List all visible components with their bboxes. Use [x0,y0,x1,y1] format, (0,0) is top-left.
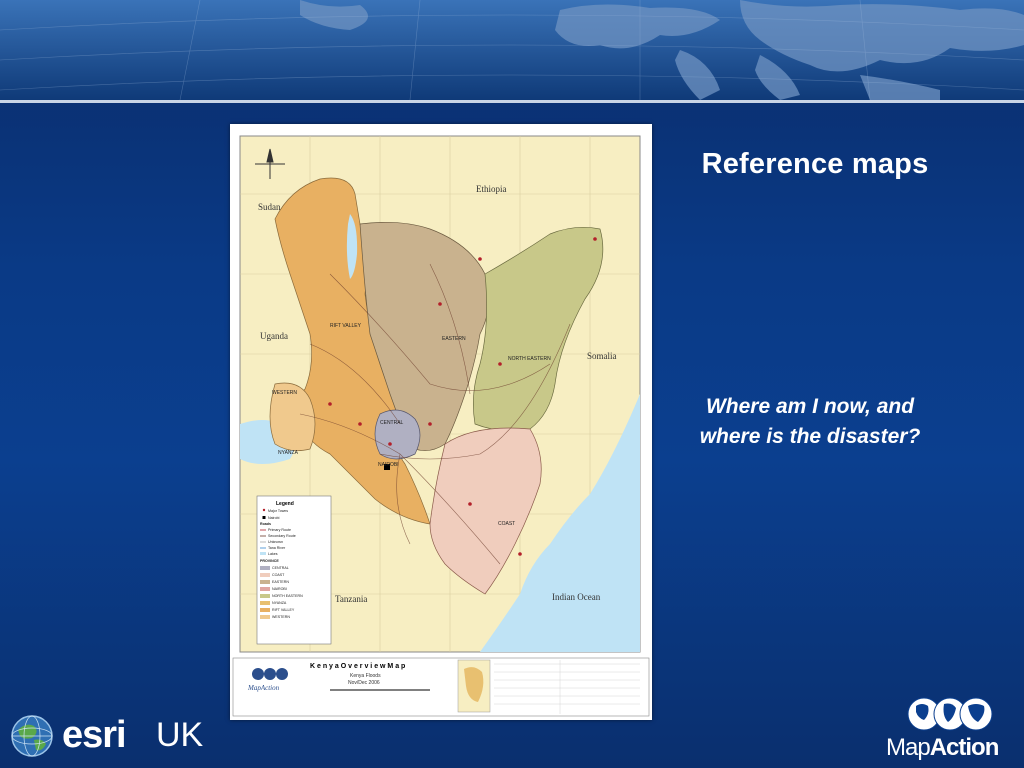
mapaction-wordmark: MapAction [886,734,999,761]
world-map-banner-graphic [0,0,1024,100]
kenya-overview-map: Sudan Ethiopia Uganda Somalia Tanzania I… [230,124,652,720]
svg-text:CENTRAL: CENTRAL [380,420,404,426]
mapaction-small-logo-icon [252,668,288,680]
svg-text:Kenya Floods: Kenya Floods [350,673,381,679]
svg-text:Nov/Dec 2006: Nov/Dec 2006 [348,680,380,686]
label-indian-ocean: Indian Ocean [552,592,601,602]
label-somalia: Somalia [587,351,617,361]
svg-text:CENTRAL: CENTRAL [272,566,289,570]
banner-divider [0,100,1024,103]
header-banner [0,0,1024,100]
svg-text:Secondary Route: Secondary Route [268,534,296,538]
globe-icon [11,715,53,757]
svg-text:Lakes: Lakes [268,552,278,556]
svg-text:NAIROBI: NAIROBI [378,462,399,468]
svg-text:RIFT VALLEY: RIFT VALLEY [330,323,362,329]
map-legend: Legend Major Towns Nairobi Roads Primary… [256,495,332,645]
label-uganda: Uganda [260,331,288,341]
svg-text:K e n y a O v e r v i e w: K e n y a O v e r v i e w M a p [310,663,405,670]
svg-text:PROVINCE: PROVINCE [260,559,279,563]
svg-text:Nairobi: Nairobi [268,516,280,520]
label-ethiopia: Ethiopia [476,184,507,194]
kenya-map-graphic: Sudan Ethiopia Uganda Somalia Tanzania I… [232,135,650,717]
svg-text:WESTERN: WESTERN [272,390,297,396]
svg-text:NORTH EASTERN: NORTH EASTERN [508,356,551,362]
svg-text:Major Towns: Major Towns [268,509,288,513]
svg-text:Primary Route: Primary Route [268,528,291,532]
svg-text:EASTERN: EASTERN [272,580,289,584]
svg-text:EASTERN: EASTERN [442,336,466,342]
svg-text:Legend: Legend [276,501,294,507]
svg-text:Tana River: Tana River [268,546,286,550]
svg-text:COAST: COAST [498,521,515,527]
subtitle-line-2: where is the disaster? [699,425,921,448]
slide-title: Reference maps [701,148,929,180]
slide-subtitle: Where am I now, and where is the disaste… [650,392,970,452]
svg-text:RIFT VALLEY: RIFT VALLEY [272,608,295,612]
label-tanzania: Tanzania [335,594,367,604]
mapaction-globes-icon [907,697,993,731]
esri-region: UK [156,716,204,754]
svg-text:COAST: COAST [272,573,285,577]
svg-text:NAIROBI: NAIROBI [272,587,287,591]
svg-text:Unknown: Unknown [268,540,283,544]
svg-text:MapAction: MapAction [247,684,280,692]
svg-text:NORTH EASTERN: NORTH EASTERN [272,594,303,598]
esri-wordmark: esri [62,714,127,756]
esri-uk-logo: esri UK [8,710,208,764]
svg-text:Roads: Roads [260,522,271,526]
subtitle-line-1: Where am I now, and [705,395,915,418]
svg-text:WESTERN: WESTERN [272,615,290,619]
mapaction-logo: MapAction [880,690,1020,766]
svg-text:NYANZA: NYANZA [272,601,287,605]
svg-text:NYANZA: NYANZA [278,450,299,456]
label-sudan: Sudan [258,202,281,212]
